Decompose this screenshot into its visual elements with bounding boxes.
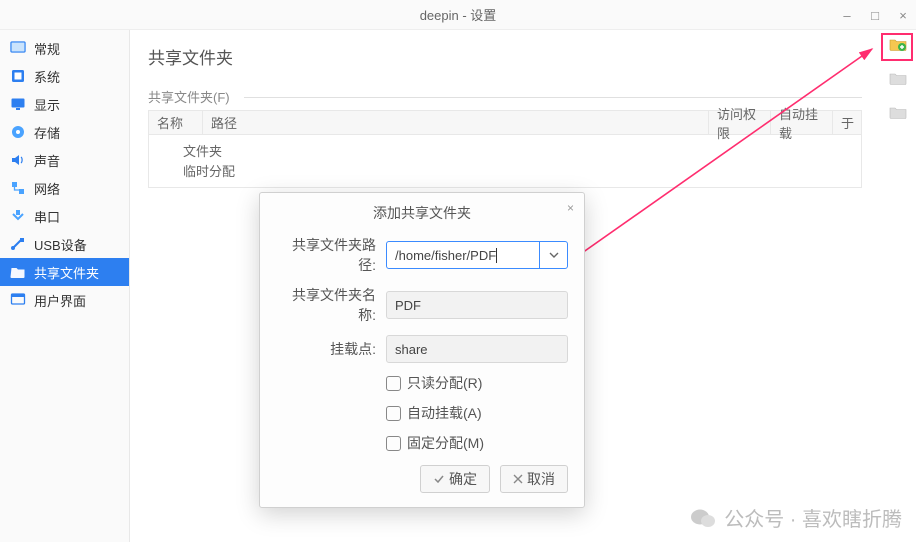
table-row[interactable]: 临时分配	[183, 161, 861, 181]
automount-checkbox-row[interactable]: 自动挂载(A)	[386, 403, 568, 423]
page-subheading: 共享文件夹(F)	[148, 87, 862, 106]
sidebar-item-serial[interactable]: 串口	[0, 202, 129, 230]
sidebar-item-label: 显示	[34, 95, 60, 114]
x-icon	[513, 474, 523, 484]
col-automount[interactable]: 自动挂载	[771, 111, 833, 134]
sidebar-item-usb[interactable]: USB设备	[0, 230, 129, 258]
mount-label: 挂载点:	[276, 339, 386, 359]
permanent-checkbox-row[interactable]: 固定分配(M)	[386, 433, 568, 453]
permanent-checkbox[interactable]	[386, 436, 401, 451]
sidebar-item-label: USB设备	[34, 235, 87, 254]
table-body: 文件夹 临时分配	[149, 135, 861, 187]
maximize-button[interactable]: □	[868, 8, 882, 23]
window-title: deepin - 设置	[420, 5, 497, 24]
col-access[interactable]: 访问权限	[709, 111, 771, 134]
sidebar-item-label: 串口	[34, 207, 60, 226]
page-heading: 共享文件夹	[148, 44, 862, 69]
folder-icon	[10, 264, 26, 280]
sidebar: 常规 系统 显示 存储 声音 网络 串口 USB设备	[0, 30, 130, 542]
audio-icon	[10, 152, 26, 168]
folders-table: 名称 路径 访问权限 自动挂载 于 文件夹 临时分配	[148, 110, 862, 188]
window-controls: – □ ×	[840, 0, 910, 30]
sidebar-item-label: 共享文件夹	[34, 263, 99, 282]
serial-icon	[10, 208, 26, 224]
permanent-label: 固定分配(M)	[407, 433, 484, 453]
sidebar-item-audio[interactable]: 声音	[0, 146, 129, 174]
col-path[interactable]: 路径	[203, 111, 709, 134]
add-folder-dialog: 添加共享文件夹 × 共享文件夹路径: /home/fisher/PDF 共享文件…	[259, 192, 585, 508]
path-dropdown-button[interactable]	[539, 242, 567, 268]
sidebar-item-system[interactable]: 系统	[0, 62, 129, 90]
sidebar-item-storage[interactable]: 存储	[0, 118, 129, 146]
path-input[interactable]: /home/fisher/PDF	[386, 241, 568, 269]
sidebar-item-ui[interactable]: 用户界面	[0, 286, 129, 314]
sidebar-item-general[interactable]: 常规	[0, 34, 129, 62]
ui-icon	[10, 292, 26, 308]
readonly-label: 只读分配(R)	[407, 373, 482, 393]
watermark: 公众号 · 喜欢瞎折腾	[690, 503, 902, 532]
general-icon	[10, 40, 26, 56]
dialog-close-button[interactable]: ×	[567, 201, 574, 215]
system-icon	[10, 68, 26, 84]
sidebar-item-display[interactable]: 显示	[0, 90, 129, 118]
sidebar-item-network[interactable]: 网络	[0, 174, 129, 202]
col-name[interactable]: 名称	[149, 111, 203, 134]
sidebar-item-label: 系统	[34, 67, 60, 86]
annotation-highlight	[881, 33, 913, 61]
mount-input[interactable]: share	[386, 335, 568, 363]
close-button[interactable]: ×	[896, 8, 910, 23]
readonly-checkbox[interactable]	[386, 376, 401, 391]
name-input[interactable]: PDF	[386, 291, 568, 319]
minimize-button[interactable]: –	[840, 8, 854, 23]
sidebar-item-label: 网络	[34, 179, 60, 198]
sidebar-item-label: 存储	[34, 123, 60, 142]
col-at[interactable]: 于	[833, 111, 861, 134]
automount-checkbox[interactable]	[386, 406, 401, 421]
titlebar: deepin - 设置 – □ ×	[0, 0, 916, 30]
wechat-icon	[690, 507, 716, 529]
sidebar-item-label: 声音	[34, 151, 60, 170]
dialog-title: 添加共享文件夹 ×	[260, 193, 584, 235]
sidebar-item-label: 用户界面	[34, 291, 86, 310]
storage-icon	[10, 124, 26, 140]
sidebar-item-label: 常规	[34, 39, 60, 58]
edit-folder-button[interactable]	[886, 66, 910, 90]
right-toolbar	[880, 30, 916, 542]
sidebar-item-shared-folders[interactable]: 共享文件夹	[0, 258, 129, 286]
name-label: 共享文件夹名称:	[276, 285, 386, 325]
automount-label: 自动挂载(A)	[407, 403, 482, 423]
usb-icon	[10, 236, 26, 252]
readonly-checkbox-row[interactable]: 只读分配(R)	[386, 373, 568, 393]
ok-button[interactable]: 确定	[420, 465, 490, 493]
watermark-text: 公众号 · 喜欢瞎折腾	[724, 503, 902, 532]
table-header: 名称 路径 访问权限 自动挂载 于	[149, 111, 861, 135]
table-row[interactable]: 文件夹	[183, 141, 861, 161]
cancel-button[interactable]: 取消	[500, 465, 568, 493]
remove-folder-button[interactable]	[886, 100, 910, 124]
network-icon	[10, 180, 26, 196]
check-icon	[433, 473, 445, 485]
path-label: 共享文件夹路径:	[276, 235, 386, 275]
display-icon	[10, 96, 26, 112]
